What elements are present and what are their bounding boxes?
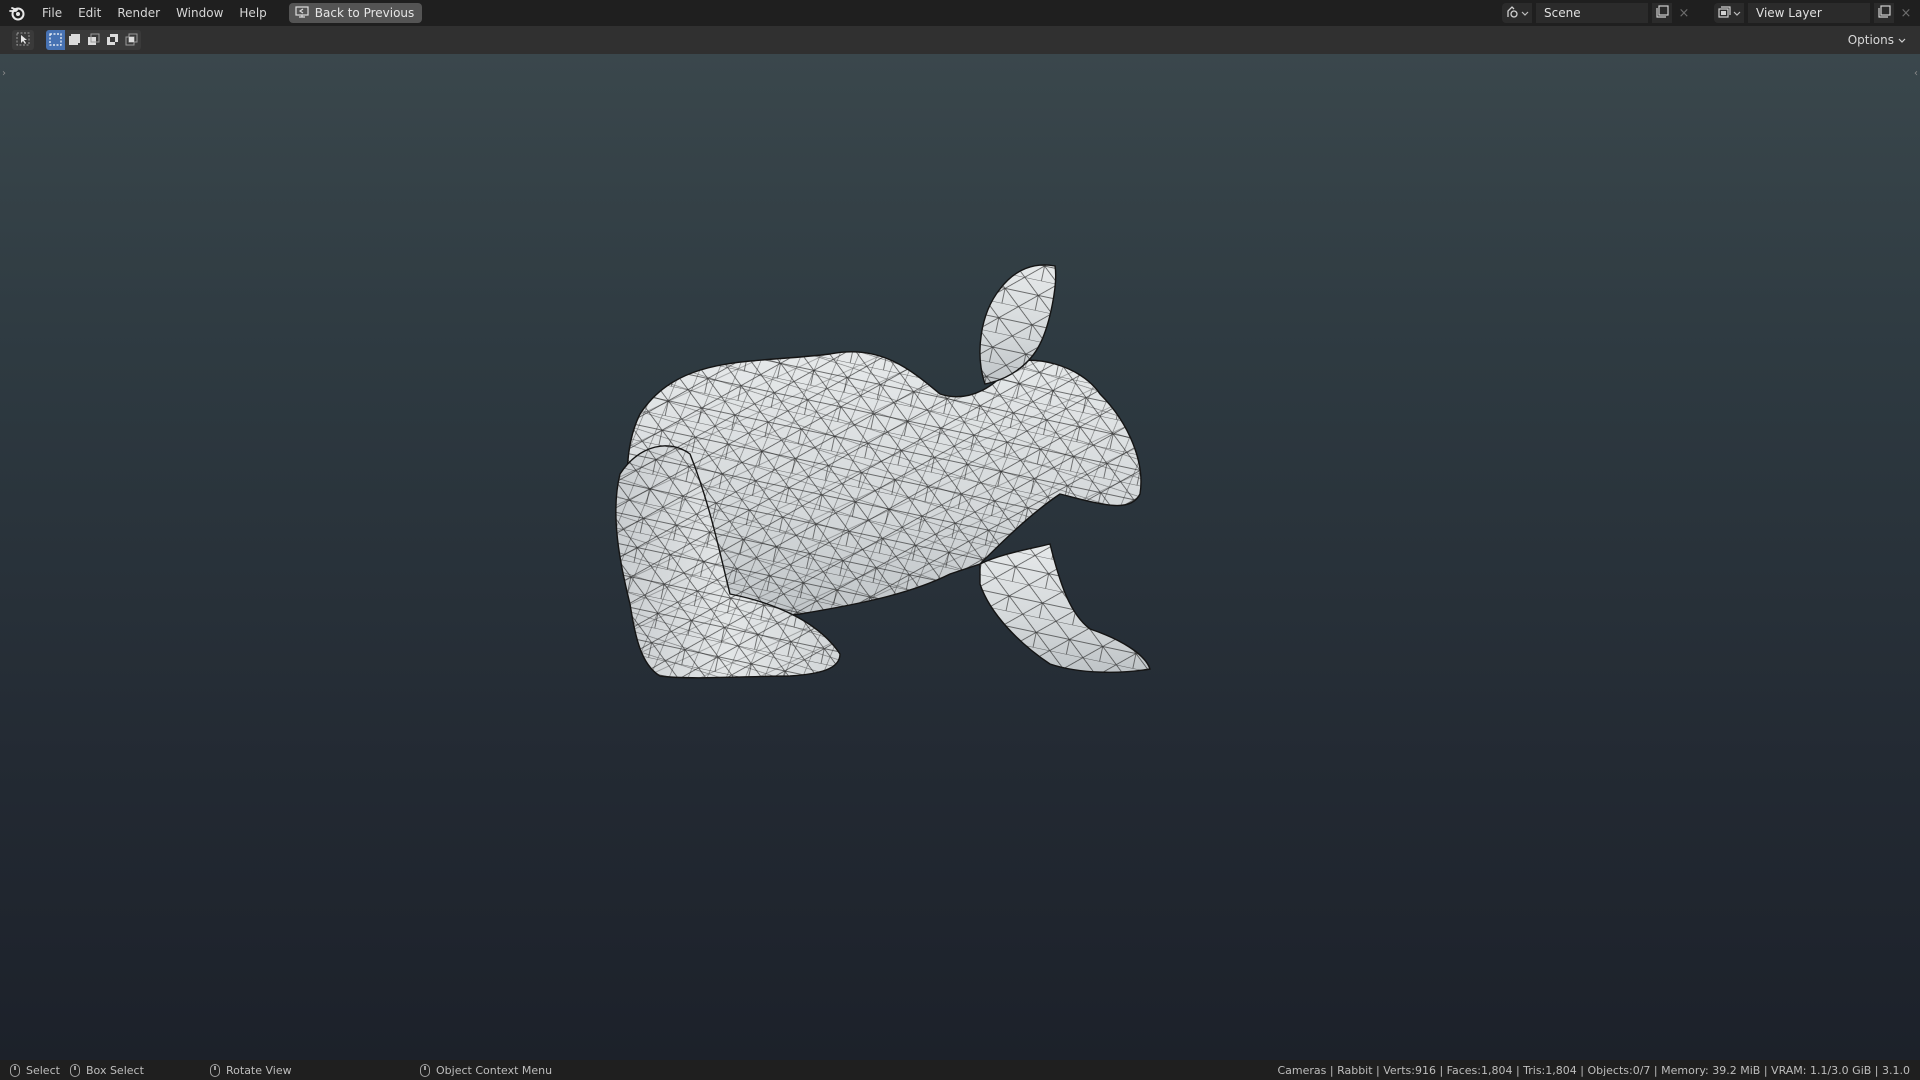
scene-selectors: Scene × View Layer ×: [1502, 3, 1914, 23]
selection-mode-group: [46, 30, 141, 50]
select-extend-icon: [68, 31, 81, 50]
mouse-middle-icon: [210, 1063, 220, 1077]
status-bar: Select Box Select Rotate View Object Con…: [0, 1060, 1920, 1080]
menu-help[interactable]: Help: [231, 3, 274, 23]
scene-name-field[interactable]: Scene: [1536, 3, 1648, 23]
view-layer-browse-button[interactable]: [1714, 3, 1744, 23]
mode-intersect-button[interactable]: [122, 30, 141, 50]
new-view-layer-button[interactable]: [1874, 3, 1894, 23]
mouse-left-icon: [10, 1063, 20, 1077]
rabbit-mesh[interactable]: [580, 244, 1300, 864]
chevron-down-icon: [1733, 6, 1741, 20]
blender-logo-icon[interactable]: [8, 4, 26, 22]
menu-file[interactable]: File: [34, 3, 70, 23]
mouse-right-icon: [420, 1063, 430, 1077]
scene-browse-button[interactable]: [1502, 3, 1532, 23]
hint-box-select: Box Select: [70, 1063, 210, 1077]
mouse-drag-icon: [70, 1063, 80, 1077]
select-new-icon: [49, 31, 62, 50]
back-to-previous-label: Back to Previous: [314, 6, 415, 20]
mode-subtract-button[interactable]: [84, 30, 103, 50]
select-difference-icon: [106, 31, 119, 50]
blender-window: File Edit Render Window Help Back to Pre…: [0, 0, 1920, 1080]
select-subtract-icon: [87, 31, 100, 50]
back-to-previous-icon: [295, 5, 309, 21]
hint-rotate-view: Rotate View: [210, 1063, 420, 1077]
hint-rotate-view-label: Rotate View: [226, 1063, 292, 1077]
select-cursor-icon: [16, 31, 30, 50]
duplicate-icon: [1655, 5, 1669, 21]
hint-select: Select: [10, 1063, 70, 1077]
mode-set-new-button[interactable]: [46, 30, 65, 50]
menu-window[interactable]: Window: [168, 3, 231, 23]
hint-context-menu: Object Context Menu: [420, 1063, 553, 1077]
view-layer-icon: [1717, 5, 1731, 22]
scene-icon: [1505, 5, 1519, 22]
hint-box-select-label: Box Select: [86, 1063, 144, 1077]
rabbit-front-leg-wireframe: [980, 544, 1150, 673]
close-icon: ×: [1900, 5, 1912, 21]
scene-statistics: Cameras | Rabbit | Verts:916 | Faces:1,8…: [1277, 1063, 1910, 1077]
scene-name-text: Scene: [1544, 6, 1581, 20]
chevron-down-icon: [1898, 33, 1906, 47]
viewport-header: Options: [0, 26, 1920, 54]
duplicate-icon: [1877, 5, 1891, 21]
delete-scene-button[interactable]: ×: [1676, 3, 1692, 23]
chevron-down-icon: [1521, 6, 1529, 20]
3d-viewport[interactable]: › ‹: [0, 54, 1920, 1060]
toolbar-expand-arrow-icon[interactable]: ›: [2, 68, 6, 79]
mode-difference-button[interactable]: [103, 30, 122, 50]
menu-render[interactable]: Render: [109, 3, 168, 23]
view-layer-name-field[interactable]: View Layer: [1748, 3, 1870, 23]
menu-edit[interactable]: Edit: [70, 3, 109, 23]
new-scene-button[interactable]: [1652, 3, 1672, 23]
select-intersect-icon: [125, 31, 138, 50]
options-dropdown[interactable]: Options: [1841, 30, 1912, 50]
hint-context-menu-label: Object Context Menu: [436, 1063, 553, 1077]
mode-extend-button[interactable]: [65, 30, 84, 50]
options-label: Options: [1847, 33, 1894, 47]
delete-view-layer-button[interactable]: ×: [1898, 3, 1914, 23]
hint-select-label: Select: [26, 1063, 60, 1077]
close-icon: ×: [1678, 5, 1690, 21]
top-bar: File Edit Render Window Help Back to Pre…: [0, 0, 1920, 26]
select-tool-button[interactable]: [12, 30, 34, 50]
sidebar-expand-arrow-icon[interactable]: ‹: [1914, 68, 1918, 79]
view-layer-name-text: View Layer: [1756, 6, 1822, 20]
back-to-previous-button[interactable]: Back to Previous: [288, 3, 423, 23]
